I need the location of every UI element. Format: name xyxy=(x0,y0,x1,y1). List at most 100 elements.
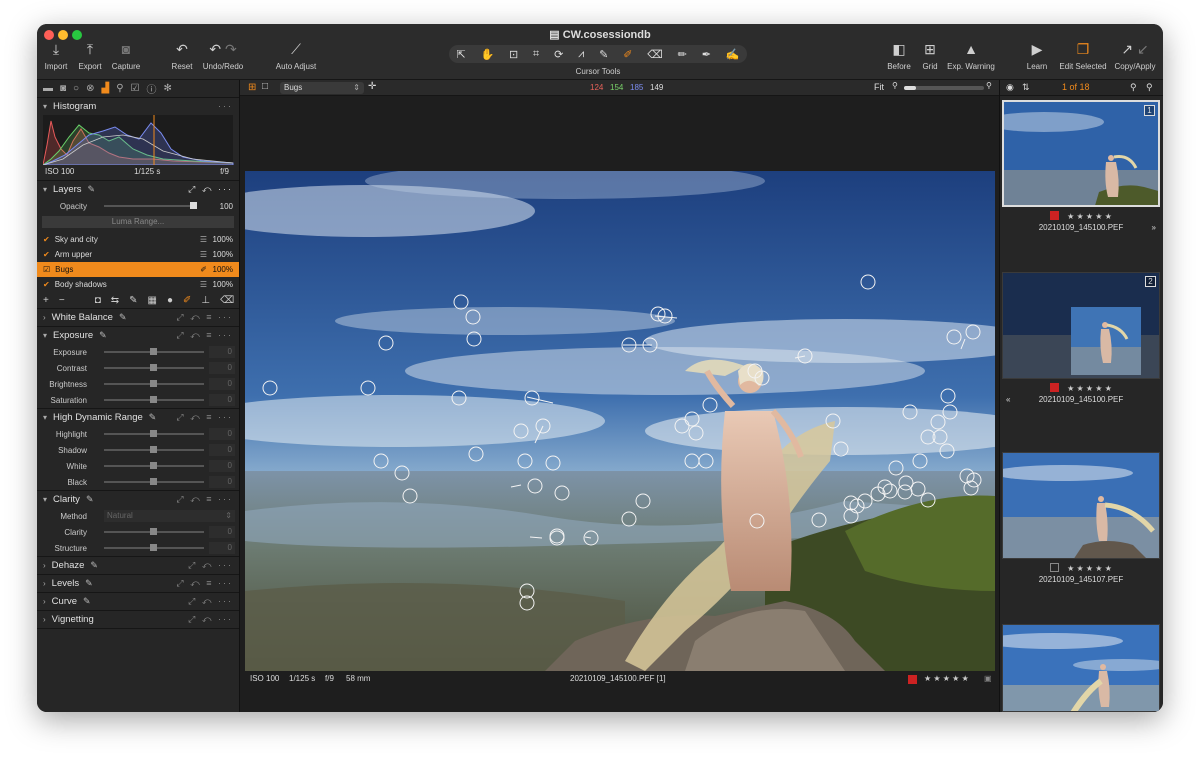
zoom-out-icon[interactable]: ⚲ xyxy=(892,81,898,90)
slider-knob[interactable] xyxy=(150,380,157,387)
main-photo[interactable] xyxy=(245,171,995,671)
adjustments-tab-icon[interactable]: ☑ xyxy=(131,83,140,94)
zoom-slider[interactable] xyxy=(904,86,984,90)
gradient-tool-icon[interactable]: ✒ xyxy=(702,48,711,61)
draw-mask-tool-icon[interactable]: ✏ xyxy=(678,48,687,61)
slider[interactable] xyxy=(104,430,204,437)
slider-value[interactable]: 0 xyxy=(209,394,235,406)
thumbnail-rating[interactable]: ★ ★ ★ ★ ★ xyxy=(1002,563,1160,573)
search-icon[interactable]: ⚲ xyxy=(1130,82,1137,93)
before-button[interactable]: ◧ Before xyxy=(885,40,913,71)
layers-header[interactable]: ▾ Layers ✎ ⤢ ↶ ··· xyxy=(37,181,239,198)
mask-icon[interactable]: ◘ xyxy=(95,295,101,306)
color-tag-empty[interactable] xyxy=(1050,563,1060,572)
select-tool-icon[interactable]: ⇱ xyxy=(456,48,465,61)
slider[interactable] xyxy=(104,446,204,453)
layer-item-selected[interactable]: ☑ Bugs ✐ 100% xyxy=(37,262,239,277)
slider-value[interactable]: 0 xyxy=(209,428,235,440)
exp-warning-button[interactable]: ▲ Exp. Warning xyxy=(946,40,996,71)
slider[interactable] xyxy=(104,544,204,551)
zoom-tool-icon[interactable]: ⊡ xyxy=(509,48,518,61)
exposure-header[interactable]: ▾ Exposure ✎ ⤢ ↶ ≡ ··· xyxy=(37,327,239,344)
copy-apply-button[interactable]: ↗ ↙ Copy/Apply xyxy=(1113,40,1157,71)
settings-tab-icon[interactable]: ✻ xyxy=(163,83,171,94)
chevron-left-icon[interactable]: « xyxy=(1006,395,1010,404)
gradient-icon[interactable]: ▦ xyxy=(148,295,157,306)
color-tag[interactable] xyxy=(908,675,917,684)
checkbox-icon[interactable]: ☑ xyxy=(43,265,50,274)
heal-brush-tool-icon[interactable]: ✐ xyxy=(623,48,632,61)
slider-knob[interactable] xyxy=(150,364,157,371)
crop-tool-icon[interactable]: ⌗ xyxy=(533,48,539,61)
slider-value[interactable]: 0 xyxy=(209,542,235,554)
more-icon[interactable]: ··· xyxy=(218,101,233,111)
sort-icon[interactable]: ⇅ xyxy=(1022,82,1030,93)
thumbnail-4[interactable] xyxy=(1002,624,1160,712)
thumbnail-rating[interactable]: ★ ★ ★ ★ ★ xyxy=(1002,383,1160,393)
exposure-tab-icon[interactable]: ▟ xyxy=(101,83,109,94)
hdr-header[interactable]: ▾ High Dynamic Range ✎ ⤢ ↶ ≡ ··· xyxy=(37,409,239,426)
rating-stars[interactable]: ★ ★ ★ ★ ★ xyxy=(1067,212,1112,221)
details-tab-icon[interactable]: ⚲ xyxy=(116,83,123,94)
checkbox-icon[interactable]: ✔ xyxy=(43,280,50,289)
thumbnail-1[interactable]: 1 ★ ★ ★ ★ ★ 20210109_145100.PEF » xyxy=(1002,100,1160,232)
capture-tab-icon[interactable]: ◙ xyxy=(60,83,66,94)
pipette-icon[interactable]: ✎ xyxy=(99,330,107,341)
slider-value[interactable]: 0 xyxy=(209,476,235,488)
eye-icon[interactable]: ◉ xyxy=(1006,82,1014,93)
slider-knob[interactable] xyxy=(150,348,157,355)
opacity-value[interactable]: 100 xyxy=(220,202,233,211)
section-actions[interactable]: ⤢ ↶ ≡ ··· xyxy=(176,312,233,323)
section-actions[interactable]: ⤢ ↶ ··· xyxy=(188,614,233,625)
annotate-tool-icon[interactable]: ✍ xyxy=(726,48,740,61)
slider-knob[interactable] xyxy=(150,478,157,485)
slider[interactable] xyxy=(104,528,204,535)
slider[interactable] xyxy=(104,380,204,387)
auto-adjust-button[interactable]: ⟋ Auto Adjust xyxy=(271,40,321,71)
section-actions[interactable]: ⤢ ↶ ··· xyxy=(188,560,233,571)
grid-button[interactable]: ⊞ Grid xyxy=(917,40,943,71)
heal-brush-icon[interactable]: ✐ xyxy=(183,295,191,306)
pipette-icon[interactable]: ✎ xyxy=(149,412,157,423)
slider[interactable] xyxy=(104,364,204,371)
thumbnail-rating[interactable]: ★ ★ ★ ★ ★ xyxy=(1002,211,1160,221)
checkbox-icon[interactable]: ✔ xyxy=(43,235,50,244)
slider-value[interactable]: 0 xyxy=(209,526,235,538)
color-tag[interactable] xyxy=(1050,211,1060,220)
multi-view-icon[interactable]: ⊞ xyxy=(248,82,256,93)
undo-redo-button[interactable]: ↶ ↷ Undo/Redo xyxy=(200,40,246,71)
layer-item[interactable]: ✔ Sky and city ☰ 100% xyxy=(37,232,239,247)
section-actions[interactable]: ⤢ ↶ ≡ ··· xyxy=(176,330,233,341)
remove-layer-icon[interactable]: − xyxy=(59,295,65,306)
layers-actions[interactable]: ⤢ ↶ ··· xyxy=(188,184,233,195)
opacity-knob[interactable] xyxy=(190,202,197,209)
vignetting-header[interactable]: › Vignetting ⤢ ↶ ··· xyxy=(37,611,239,628)
white-balance-header[interactable]: › White Balance ✎ ⤢ ↶ ≡ ··· xyxy=(37,309,239,326)
layer-item[interactable]: ✔ Arm upper ☰ 100% xyxy=(37,247,239,262)
filter-icon[interactable]: ⚲ xyxy=(1146,82,1153,93)
slider-knob[interactable] xyxy=(150,430,157,437)
slider-value[interactable]: 0 xyxy=(209,346,235,358)
pipette-icon[interactable]: ✎ xyxy=(88,184,96,195)
stamp-icon[interactable]: ⊥ xyxy=(201,295,210,306)
slider[interactable] xyxy=(104,396,204,403)
eraser-tool-icon[interactable]: ⌫ xyxy=(647,48,663,61)
overlay-icon[interactable]: ▣ xyxy=(984,674,992,683)
slider[interactable] xyxy=(104,462,204,469)
layer-item[interactable]: ✔ Body shadows ☰ 100% xyxy=(37,277,239,292)
section-actions[interactable]: ⤢ ↶ ··· xyxy=(188,596,233,607)
checkbox-icon[interactable]: ✔ xyxy=(43,250,50,259)
pipette-icon[interactable]: ✎ xyxy=(83,596,91,607)
color-tag[interactable] xyxy=(1050,383,1060,392)
layer-select[interactable]: Bugs ⇕ xyxy=(280,82,364,94)
import-button[interactable]: ⤓ Import xyxy=(41,40,71,71)
slider-knob[interactable] xyxy=(150,446,157,453)
export-button[interactable]: ⤒ Export xyxy=(75,40,105,71)
rating-stars[interactable]: ★ ★ ★ ★ ★ xyxy=(1067,384,1112,393)
pan-tool-icon[interactable]: ✋ xyxy=(480,48,494,61)
zoom-in-icon[interactable]: ⚲ xyxy=(986,81,992,90)
rotate-tool-icon[interactable]: ⟳ xyxy=(554,48,563,61)
color-tab-icon[interactable]: ⊗ xyxy=(86,83,94,94)
thumbnail-image[interactable] xyxy=(1002,624,1160,712)
chevron-right-icon[interactable]: » xyxy=(1152,223,1156,232)
